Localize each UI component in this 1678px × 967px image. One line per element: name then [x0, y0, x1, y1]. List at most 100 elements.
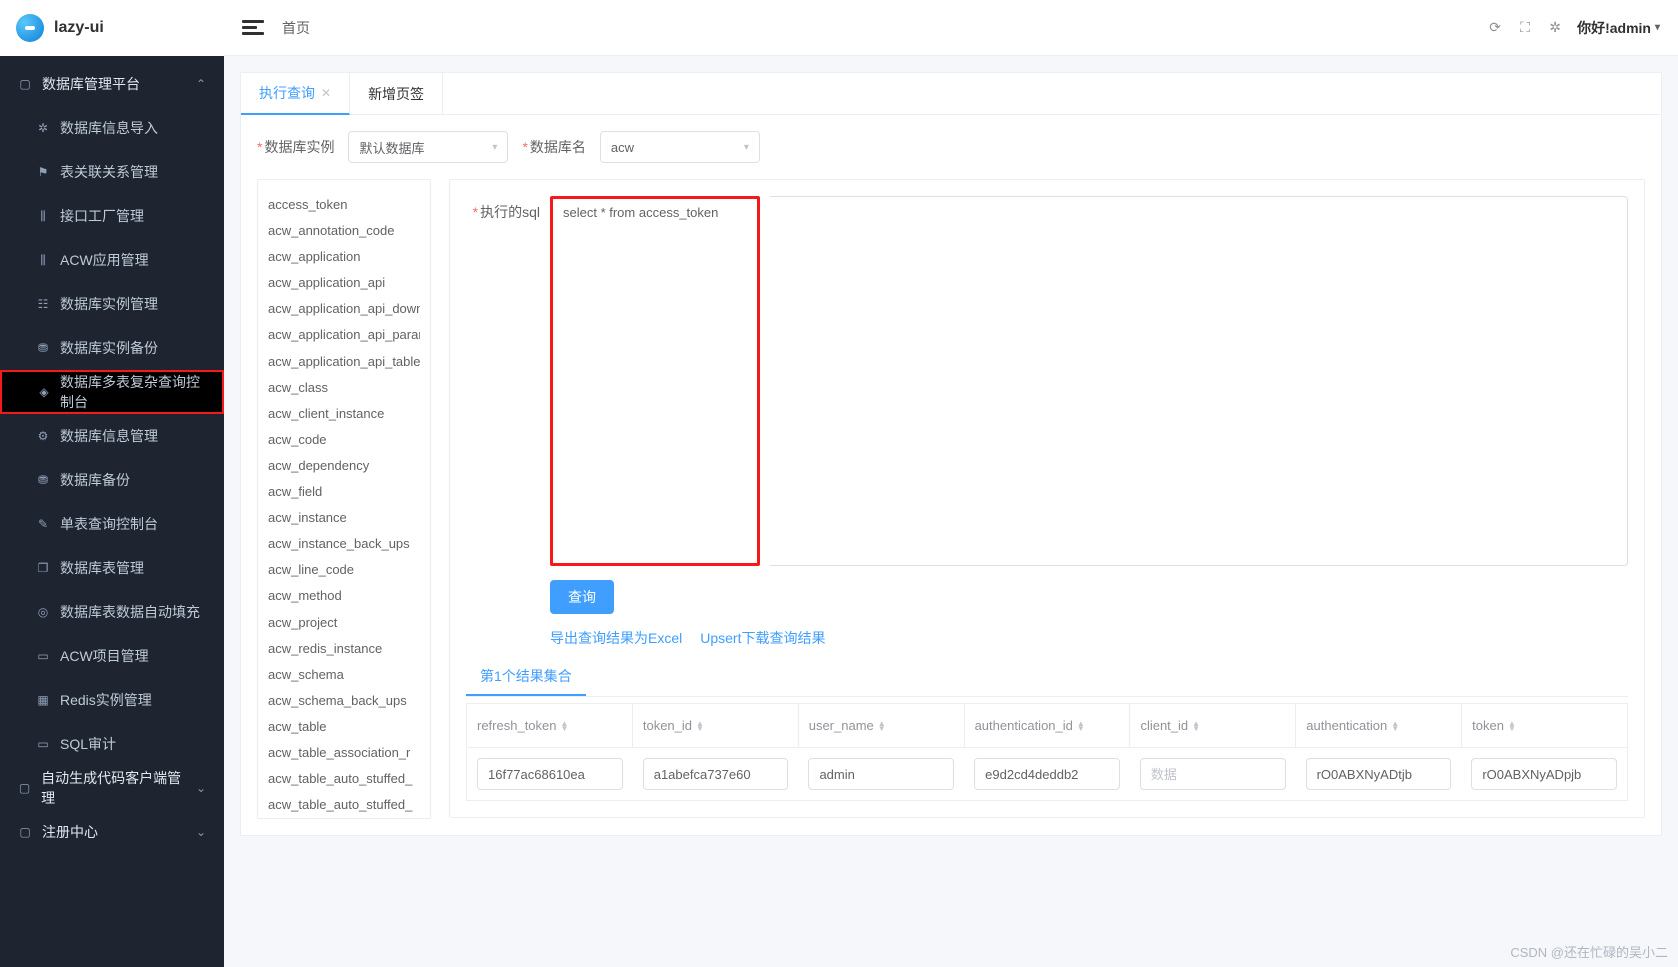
main-panel: 执行查询✕新增页签 *数据库实例 默认数据库 ▾ *数据库名 acw ▾	[240, 72, 1662, 836]
sidebar-item-4[interactable]: ☷数据库实例管理	[0, 282, 224, 326]
table-item[interactable]: acw_table_association_r	[268, 742, 420, 764]
result-table: refresh_token▲▼token_id▲▼user_name▲▼auth…	[466, 703, 1628, 801]
cell-input-refresh_token[interactable]	[477, 758, 623, 790]
table-item[interactable]: acw_table_auto_stuffed_	[268, 768, 420, 790]
sidebar-item-8[interactable]: ⛃数据库备份	[0, 458, 224, 502]
table-item[interactable]: acw_table	[268, 716, 420, 738]
table-item[interactable]: acw_application_api_param	[268, 324, 420, 346]
chevron-down-icon: ▾	[492, 142, 497, 153]
sidebar-item-7[interactable]: ⚙数据库信息管理	[0, 414, 224, 458]
tab-1[interactable]: 新增页签	[350, 73, 443, 114]
filter-bar: *数据库实例 默认数据库 ▾ *数据库名 acw ▾	[241, 115, 1661, 163]
export-excel-link[interactable]: 导出查询结果为Excel	[550, 628, 682, 648]
sql-textarea[interactable]	[550, 196, 760, 566]
table-item[interactable]: acw_annotation_code	[268, 220, 420, 242]
user-menu[interactable]: 你好!admin ▾	[1577, 18, 1660, 38]
collapse-sidebar-button[interactable]	[242, 17, 264, 39]
cell-input-authentication_id[interactable]	[974, 758, 1120, 790]
sidebar-item-0[interactable]: ✲数据库信息导入	[0, 106, 224, 150]
query-panel: *执行的sql 查询 导出查询结果为Excel Upsert下载查询结果	[449, 179, 1645, 818]
table-item[interactable]: acw_field	[268, 481, 420, 503]
instance-label: *数据库实例	[257, 137, 334, 157]
table-item[interactable]: acw_client_instance	[268, 403, 420, 425]
tabs: 执行查询✕新增页签	[241, 73, 1661, 115]
sidebar: lazy-ui ▢数据库管理平台⌃✲数据库信息导入⚑表关联关系管理⫼接口工厂管理…	[0, 0, 224, 967]
column-header-user_name[interactable]: user_name▲▼	[799, 704, 965, 747]
upsert-download-link[interactable]: Upsert下载查询结果	[700, 628, 825, 648]
sidebar-item-6[interactable]: ◈数据库多表复杂查询控制台	[0, 370, 224, 414]
settings-icon[interactable]: ✲	[1547, 20, 1563, 36]
table-item[interactable]: acw_project	[268, 612, 420, 634]
table-item[interactable]: acw_redis_instance	[268, 638, 420, 660]
sort-icon: ▲▼	[878, 721, 886, 731]
close-icon[interactable]: ✕	[321, 86, 331, 100]
column-header-token[interactable]: token▲▼	[1462, 704, 1627, 747]
sort-icon: ▲▼	[1192, 721, 1200, 731]
chevron-down-icon: ▾	[744, 142, 749, 153]
sidebar-item-10[interactable]: ❐数据库表管理	[0, 546, 224, 590]
logo-text: lazy-ui	[54, 19, 104, 37]
table-item[interactable]: acw_code	[268, 429, 420, 451]
table-item[interactable]: acw_application	[268, 246, 420, 268]
table-item[interactable]: acw_schema_back_ups	[268, 690, 420, 712]
column-header-authentication[interactable]: authentication▲▼	[1296, 704, 1462, 747]
sidebar-item-14[interactable]: ▭SQL审计	[0, 722, 224, 766]
topbar: 首页 ⟳ ⛶ ✲ 你好!admin ▾	[224, 0, 1678, 56]
result-tabs: 第1个结果集合	[466, 658, 1628, 697]
table-item[interactable]: acw_dependency	[268, 455, 420, 477]
table-item[interactable]: acw_application_api_table	[268, 351, 420, 373]
sort-icon: ▲▼	[561, 721, 569, 731]
logo-area: lazy-ui	[0, 0, 224, 56]
sidebar-item-12[interactable]: ▭ACW项目管理	[0, 634, 224, 678]
result-tab-1[interactable]: 第1个结果集合	[466, 658, 586, 696]
sql-textarea-extent[interactable]	[770, 196, 1628, 566]
sidebar-item-2[interactable]: ⫼接口工厂管理	[0, 194, 224, 238]
sidebar-item-11[interactable]: ◎数据库表数据自动填充	[0, 590, 224, 634]
table-item[interactable]: acw_instance	[268, 507, 420, 529]
cell-input-client_id[interactable]	[1140, 758, 1286, 790]
sidebar-item-1[interactable]: ⚑表关联关系管理	[0, 150, 224, 194]
sort-icon: ▲▼	[1077, 721, 1085, 731]
cell-input-authentication[interactable]	[1306, 758, 1452, 790]
breadcrumb[interactable]: 首页	[282, 18, 310, 38]
refresh-icon[interactable]: ⟳	[1487, 20, 1503, 36]
column-header-token_id[interactable]: token_id▲▼	[633, 704, 799, 747]
table-item[interactable]: acw_application_api	[268, 272, 420, 294]
cell-input-token_id[interactable]	[643, 758, 789, 790]
sidebar-item-5[interactable]: ⛃数据库实例备份	[0, 326, 224, 370]
table-item[interactable]: acw_application_api_down	[268, 298, 420, 320]
table-item[interactable]: acw_schema	[268, 664, 420, 686]
chevron-down-icon: ▾	[1655, 22, 1660, 33]
menu-group-1[interactable]: ▢自动生成代码客户端管理⌄	[0, 766, 224, 810]
tables-list-panel: access_token acw_annotation_code acw_appli…	[257, 179, 431, 819]
cell-input-token[interactable]	[1471, 758, 1617, 790]
watermark: CSDN @还在忙碌的吴小二	[1510, 942, 1668, 961]
table-item[interactable]: acw_method	[268, 585, 420, 607]
table-item[interactable]: acw_table_auto_stuffed_	[268, 794, 420, 816]
dbname-label: *数据库名	[522, 137, 585, 157]
logo-icon	[16, 14, 44, 42]
menu-group-2[interactable]: ▢注册中心⌄	[0, 810, 224, 854]
sort-icon: ▲▼	[1391, 721, 1399, 731]
dbname-select[interactable]: acw ▾	[600, 131, 760, 163]
sidebar-item-3[interactable]: ⫼ACW应用管理	[0, 238, 224, 282]
cell-input-user_name[interactable]	[808, 758, 954, 790]
sidebar-item-9[interactable]: ✎单表查询控制台	[0, 502, 224, 546]
menu-group-0[interactable]: ▢数据库管理平台⌃	[0, 62, 224, 106]
fullscreen-icon[interactable]: ⛶	[1517, 20, 1533, 36]
sql-label: *执行的sql	[466, 196, 540, 222]
query-button[interactable]: 查询	[550, 580, 614, 614]
sort-icon: ▲▼	[696, 721, 704, 731]
sort-icon: ▲▼	[1508, 721, 1516, 731]
instance-select[interactable]: 默认数据库 ▾	[348, 131, 508, 163]
column-header-refresh_token[interactable]: refresh_token▲▼	[467, 704, 633, 747]
table-item[interactable]: acw_class	[268, 377, 420, 399]
table-item[interactable]: acw_line_code	[268, 559, 420, 581]
column-header-authentication_id[interactable]: authentication_id▲▼	[965, 704, 1131, 747]
tab-0[interactable]: 执行查询✕	[241, 73, 350, 115]
table-item[interactable]: acw_instance_back_ups	[268, 533, 420, 555]
column-header-client_id[interactable]: client_id▲▼	[1130, 704, 1296, 747]
table-item[interactable]: access_token	[268, 194, 420, 216]
sidebar-item-13[interactable]: ▦Redis实例管理	[0, 678, 224, 722]
sidebar-menu: ▢数据库管理平台⌃✲数据库信息导入⚑表关联关系管理⫼接口工厂管理⫼ACW应用管理…	[0, 56, 224, 967]
